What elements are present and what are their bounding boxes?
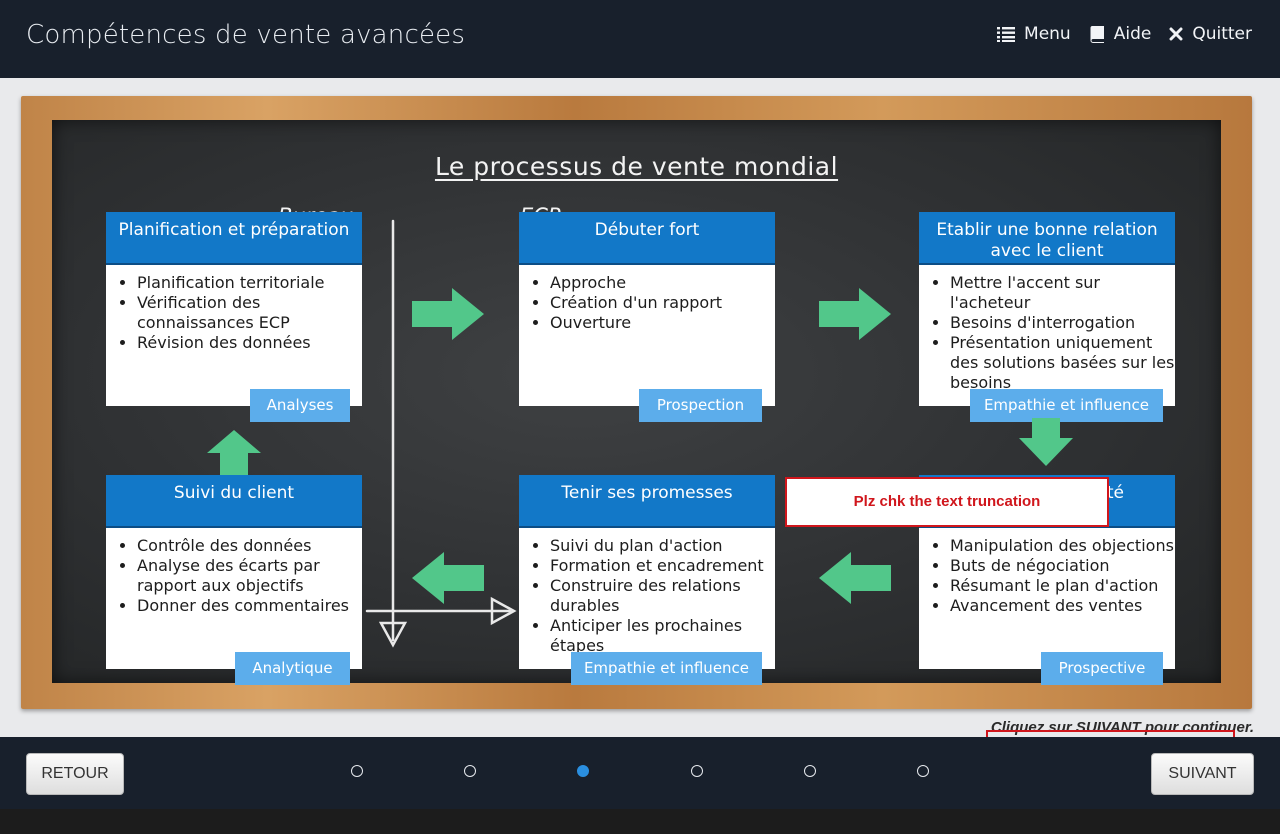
card-title: Débuter fort bbox=[519, 212, 775, 265]
card-follow-up: Suivi du client Contrôle des données Ana… bbox=[106, 475, 362, 685]
review-note: Plz chk the text truncation bbox=[785, 477, 1109, 527]
card-list: Suivi du plan d'action Formation et enca… bbox=[550, 536, 775, 656]
card-keep-promises: Tenir ses promesses Suivi du plan d'acti… bbox=[519, 475, 775, 685]
help-label: Aide bbox=[1113, 24, 1152, 44]
arrow-right-icon bbox=[412, 288, 484, 340]
list-item: Approche bbox=[550, 273, 775, 293]
card-tag: Analyses bbox=[250, 389, 350, 422]
card-title: Tenir ses promesses bbox=[519, 475, 775, 528]
card-start-strong: Débuter fort Approche Création d'un rapp… bbox=[519, 212, 775, 422]
card-tag: Empathie et influence bbox=[571, 652, 762, 685]
list-item: Donner des commentaires bbox=[137, 596, 362, 616]
card-tag: Prospective bbox=[1041, 652, 1163, 685]
list-item: Vérification des connaissances ECP bbox=[137, 293, 362, 333]
list-item: Ouverture bbox=[550, 313, 775, 333]
card-list: Approche Création d'un rapport Ouverture bbox=[550, 273, 775, 333]
arrow-left-icon bbox=[412, 552, 484, 604]
help-button[interactable]: Aide bbox=[1089, 24, 1152, 44]
card-tag: Prospection bbox=[639, 389, 762, 422]
list-item: Buts de négociation bbox=[950, 556, 1175, 576]
top-bar: Compétences de vente avancées Menu Aide bbox=[0, 0, 1280, 78]
card-planning: Planification et préparation Planificati… bbox=[106, 212, 362, 422]
quit-button[interactable]: Quitter bbox=[1169, 24, 1252, 44]
card-list: Manipulation des objections Buts de négo… bbox=[950, 536, 1175, 616]
card-list: Planification territoriale Vérification … bbox=[137, 273, 362, 353]
list-item: Suivi du plan d'action bbox=[550, 536, 775, 556]
arrow-up-icon bbox=[207, 430, 261, 475]
list-item: Résumant le plan d'action bbox=[950, 576, 1175, 596]
list-item: Contrôle des données bbox=[137, 536, 362, 556]
card-title: Etablir une bonne relation avec le clien… bbox=[919, 212, 1175, 265]
list-item: Manipulation des objections bbox=[950, 536, 1175, 556]
list-item: Besoins d'interrogation bbox=[950, 313, 1175, 333]
card-tag: Analytique bbox=[235, 652, 350, 685]
card-list: Mettre l'accent sur l'acheteur Besoins d… bbox=[950, 273, 1175, 393]
page-dot-6[interactable] bbox=[917, 765, 929, 777]
menu-button[interactable]: Menu bbox=[997, 24, 1071, 44]
arrow-down-icon bbox=[1019, 418, 1073, 466]
bottom-bar: RETOUR SUIVANT bbox=[0, 737, 1280, 809]
chalkboard: Le processus de vente mondial Bureau ECP… bbox=[52, 120, 1221, 685]
book-icon bbox=[1090, 26, 1104, 43]
page-dot-4[interactable] bbox=[691, 765, 703, 777]
bottom-strip bbox=[0, 809, 1280, 834]
list-item: Planification territoriale bbox=[137, 273, 362, 293]
page-dot-2[interactable] bbox=[464, 765, 476, 777]
course-title: Compétences de vente avancées bbox=[26, 20, 466, 50]
list-item: Révision des données bbox=[137, 333, 362, 353]
list-item: Avancement des ventes bbox=[950, 596, 1175, 616]
list-item: Création d'un rapport bbox=[550, 293, 775, 313]
list-item: Présentation uniquement des solutions ba… bbox=[950, 333, 1175, 393]
menu-label: Menu bbox=[1024, 24, 1071, 44]
page-dot-5[interactable] bbox=[804, 765, 816, 777]
next-button[interactable]: SUIVANT bbox=[1151, 753, 1254, 795]
back-button[interactable]: RETOUR bbox=[26, 753, 124, 795]
card-list: Contrôle des données Analyse des écarts … bbox=[137, 536, 362, 616]
list-item: Analyse des écarts par rapport aux objec… bbox=[137, 556, 362, 596]
quit-label: Quitter bbox=[1192, 24, 1252, 44]
close-icon bbox=[1169, 27, 1183, 41]
arrow-left-icon bbox=[819, 552, 891, 604]
list-item: Formation et encadrement bbox=[550, 556, 775, 576]
list-item: Anticiper les prochaines étapes bbox=[550, 616, 775, 656]
card-title: Planification et préparation bbox=[106, 212, 362, 265]
chalkboard-frame: Le processus de vente mondial Bureau ECP… bbox=[21, 96, 1252, 709]
page-dot-1[interactable] bbox=[351, 765, 363, 777]
top-nav: Menu Aide Quitter bbox=[997, 24, 1252, 44]
list-icon bbox=[997, 27, 1016, 42]
card-title: Suivi du client bbox=[106, 475, 362, 528]
card-relationship: Etablir une bonne relation avec le clien… bbox=[919, 212, 1175, 422]
list-item: Construire des relations durables bbox=[550, 576, 775, 616]
page-dot-3[interactable] bbox=[577, 765, 589, 777]
arrow-right-icon bbox=[819, 288, 891, 340]
list-item: Mettre l'accent sur l'acheteur bbox=[950, 273, 1175, 313]
